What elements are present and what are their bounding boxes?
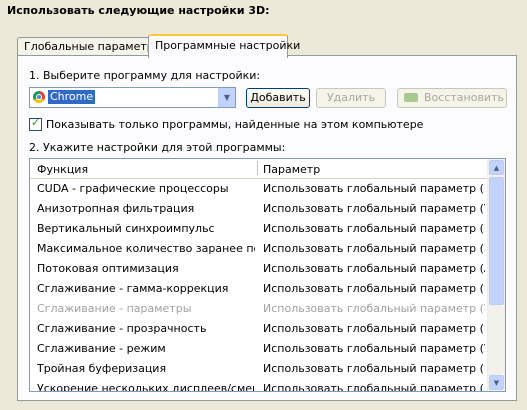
feature-cell: Ускорение нескольких дисплеев/смешанн... [37,382,255,392]
show-installed-label[interactable]: Показывать только программы, найденные н… [46,118,423,131]
value-cell[interactable]: Использовать глобальный параметр (А... [263,262,485,275]
table-row[interactable]: CUDA - графические процессоры Использоват… [30,179,488,199]
program-select-value: Chrome [48,90,96,104]
remove-button[interactable]: Удалить [316,88,386,108]
table-row[interactable]: Ускорение нескольких дисплеев/смешанн...… [30,379,488,392]
settings-table: Функция Параметр CUDA - графические проц… [29,158,506,392]
scroll-up-icon[interactable]: ▲ [489,160,504,175]
feature-cell: Вертикальный синхроимпульс [37,222,215,235]
feature-cell: Сглаживание - режим [37,342,166,355]
table-rows: CUDA - графические процессоры Использоват… [30,179,488,392]
feature-cell: CUDA - графические процессоры [37,182,229,195]
column-divider[interactable] [257,161,258,175]
restore-button-label: Восстановить [424,91,504,104]
show-installed-checkbox[interactable] [29,116,42,131]
feature-cell: Максимальное количество заранее под... [37,242,255,255]
feature-cell: Сглаживание - параметры [37,302,192,315]
value-cell[interactable]: Использовать глобальный параметр (И... [263,222,485,235]
feature-cell: Сглаживание - гамма-коррекция [37,282,229,295]
feature-cell: Потоковая оптимизация [37,262,179,275]
column-header-feature[interactable]: Функция [37,163,88,176]
value-cell[interactable]: Использовать глобальный параметр (Все) [263,182,485,195]
program-select[interactable]: Chrome ▼ [29,87,236,108]
add-button[interactable]: Добавить [246,88,310,108]
feature-cell: Анизотропная фильтрация [37,202,195,215]
table-row[interactable]: Сглаживание - гамма-коррекция Использоват… [30,279,488,299]
table-row[interactable]: Сглаживание - параметры Использовать глоб… [30,299,488,319]
step2-label: 2. Укажите настройки для этой программы: [29,141,286,154]
table-header: Функция Параметр [30,159,488,179]
page-title: Использовать следующие настройки 3D: [7,4,270,17]
value-cell[interactable]: Использовать глобальный параметр (В... [263,322,485,335]
value-cell[interactable]: Использовать глобальный параметр (В... [263,282,485,295]
table-row[interactable]: Потоковая оптимизация Использовать глобал… [30,259,488,279]
tab-global-settings[interactable]: Глобальные параметры [17,37,162,56]
chrome-icon [33,91,45,103]
value-cell[interactable]: Использовать глобальный параметр (У... [263,202,485,215]
table-row[interactable]: Сглаживание - режим Использовать глобальн… [30,339,488,359]
table-row[interactable]: Тройная буферизация Использовать глобальн… [30,359,488,379]
table-row[interactable]: Максимальное количество заранее под... Ис… [30,239,488,259]
vertical-scrollbar[interactable]: ▲ ▼ [487,159,505,391]
table-row[interactable]: Анизотропная фильтрация Использовать глоб… [30,199,488,219]
table-row[interactable]: Вертикальный синхроимпульс Использовать г… [30,219,488,239]
scrollbar-thumb[interactable] [489,177,504,305]
step1-label: 1. Выберите программу для настройки: [29,69,261,82]
table-row[interactable]: Сглаживание - прозрачность Использовать г… [30,319,488,339]
column-header-value[interactable]: Параметр [263,163,320,176]
feature-cell: Тройная буферизация [37,362,167,375]
value-cell[interactable]: Использовать глобальный параметр (У... [263,302,485,315]
nvidia-icon [404,93,418,102]
program-settings-panel: 1. Выберите программу для настройки: Chr… [17,55,517,401]
value-cell[interactable]: Использовать глобальный параметр (3) [263,242,485,255]
value-cell[interactable]: Использовать глобальный параметр (У... [263,342,485,355]
restore-button[interactable]: Восстановить [397,88,507,108]
tab-program-settings[interactable]: Программные настройки [148,34,300,58]
feature-cell: Сглаживание - прозрачность [37,322,207,335]
value-cell[interactable]: Использовать глобальный параметр (Р... [263,382,485,391]
chevron-down-icon[interactable]: ▼ [218,88,235,107]
scroll-down-icon[interactable]: ▼ [489,375,504,390]
value-cell[interactable]: Использовать глобальный параметр (В... [263,362,485,375]
